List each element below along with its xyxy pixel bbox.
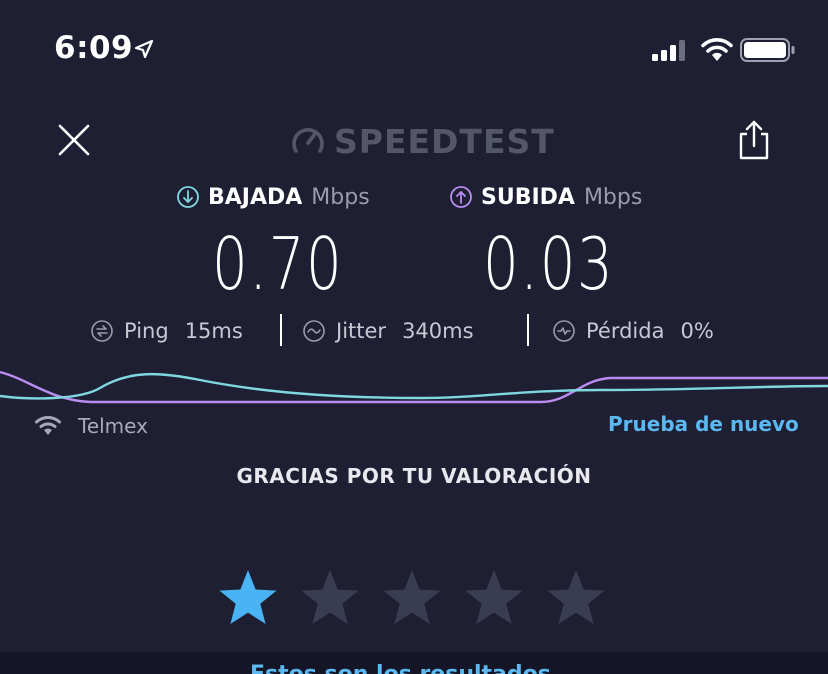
star-2-icon[interactable]: [300, 568, 360, 628]
jitter-metric: Jitter 340ms: [302, 316, 474, 346]
wifi-icon: [701, 38, 733, 61]
gauge-icon: [292, 128, 324, 153]
download-arrow-icon: [177, 186, 199, 208]
ping-value: 15ms: [184, 319, 243, 343]
wifi-icon: [35, 416, 61, 435]
rating-title: GRACIAS POR TU VALORACIÓN: [236, 464, 592, 488]
star-3-icon[interactable]: [382, 568, 442, 628]
loss-value: 0%: [680, 319, 714, 343]
download-value: 0.70: [212, 222, 344, 306]
download-label: BAJADA: [208, 184, 303, 210]
battery-icon: [740, 38, 795, 62]
bottom-link[interactable]: Estos son los resultados: [250, 662, 551, 674]
upload-arrow-icon: [450, 186, 472, 208]
provider-name: Telmex: [78, 414, 148, 438]
metric-divider: [527, 314, 529, 346]
upload-label: SUBIDA: [481, 184, 575, 210]
star-1-icon[interactable]: [218, 568, 278, 628]
upload-unit: Mbps: [583, 184, 643, 210]
jitter-icon: [303, 320, 325, 342]
retry-link[interactable]: Prueba de nuevo: [608, 412, 799, 436]
loss-label: Pérdida: [586, 319, 665, 343]
jitter-label: Jitter: [336, 319, 387, 343]
close-button[interactable]: [54, 120, 94, 160]
upload-header: SUBIDA Mbps: [449, 181, 642, 213]
download-header: BAJADA Mbps: [176, 181, 370, 213]
upload-value: 0.03: [483, 222, 615, 306]
packet-loss-metric: Pérdida 0%: [552, 316, 714, 346]
metric-divider: [280, 314, 282, 346]
star-4-icon[interactable]: [464, 568, 524, 628]
star-5-icon[interactable]: [546, 568, 606, 628]
status-time: 6:09: [54, 30, 134, 66]
star-rating: [218, 568, 606, 628]
cellular-signal-icon: [652, 40, 685, 61]
logo-text: SPEEDTEST: [334, 121, 555, 161]
ping-metric: Ping 15ms: [90, 316, 243, 346]
packet-loss-icon: [553, 320, 575, 342]
location-arrow-icon: [134, 39, 154, 59]
jitter-value: 340ms: [402, 319, 474, 343]
ping-icon: [91, 320, 113, 342]
ping-label: Ping: [124, 319, 169, 343]
speed-graph: [0, 370, 828, 404]
bottom-panel: Estos son los resultados: [0, 652, 828, 674]
provider-info: Telmex: [34, 412, 148, 440]
download-unit: Mbps: [311, 184, 370, 210]
speedtest-logo: SPEEDTEST: [290, 120, 555, 162]
share-button[interactable]: [734, 118, 774, 162]
